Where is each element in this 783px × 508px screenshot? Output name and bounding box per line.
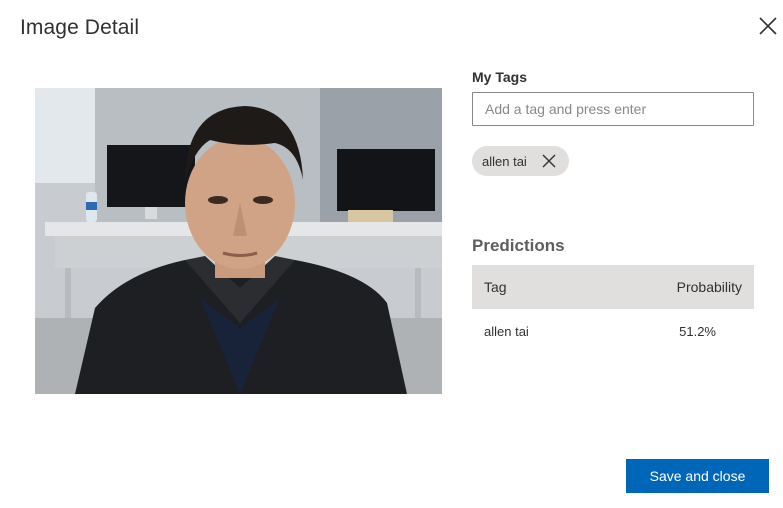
tag-chip: allen tai <box>472 146 569 176</box>
close-icon <box>759 17 777 35</box>
close-button[interactable] <box>756 14 780 38</box>
predictions-title: Predictions <box>472 236 565 255</box>
save-and-close-button[interactable]: Save and close <box>626 459 769 493</box>
tagged-photo <box>35 88 442 394</box>
close-icon <box>542 154 556 168</box>
column-header-tag: Tag <box>484 279 507 295</box>
prediction-tag: allen tai <box>484 323 529 339</box>
my-tags-label: My Tags <box>472 69 527 85</box>
column-header-probability: Probability <box>676 279 742 295</box>
predictions-table: Tag Probability allen tai 51.2% <box>472 265 754 353</box>
table-row: allen tai 51.2% <box>472 309 754 353</box>
prediction-probability: 51.2% <box>679 323 716 339</box>
add-tag-input[interactable] <box>472 92 754 126</box>
image-detail-dialog: Image Detail My Tags Add a tag and press… <box>0 0 783 508</box>
tag-chip-label: allen tai <box>482 153 527 169</box>
predictions-table-header: Tag Probability <box>472 265 754 309</box>
dialog-title: Image Detail <box>20 16 140 39</box>
remove-tag-button[interactable] <box>541 153 557 169</box>
